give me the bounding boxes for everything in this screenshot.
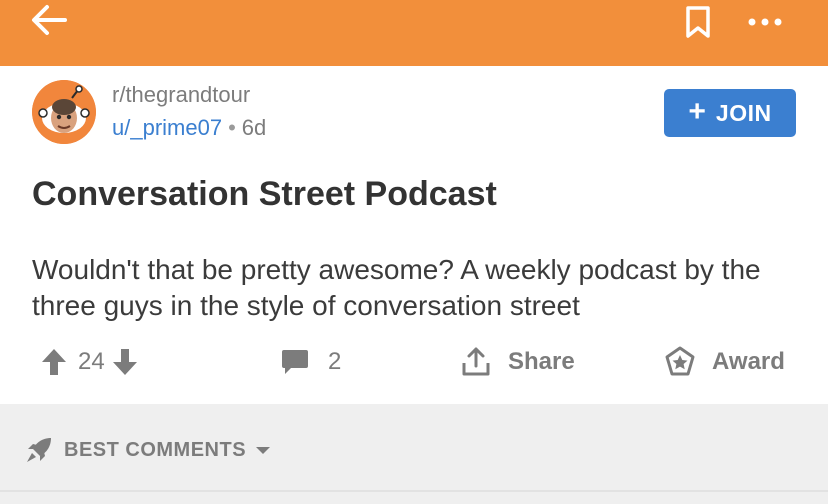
vote-count: 24 bbox=[78, 348, 105, 375]
more-options-button[interactable] bbox=[740, 0, 790, 44]
chevron-down-icon bbox=[254, 444, 272, 456]
upvote-button[interactable] bbox=[40, 347, 68, 377]
arrow-up-icon bbox=[42, 349, 66, 375]
share-label: Share bbox=[508, 348, 575, 375]
top-app-bar bbox=[0, 0, 828, 66]
arrow-left-icon bbox=[29, 3, 69, 37]
meta-separator: • bbox=[228, 115, 236, 140]
comments-section: BEST COMMENTS bbox=[0, 404, 828, 504]
bookmark-icon bbox=[684, 5, 712, 39]
share-button[interactable]: Share bbox=[460, 340, 575, 384]
award-icon bbox=[664, 346, 696, 378]
downvote-button[interactable] bbox=[111, 347, 139, 377]
back-button[interactable] bbox=[24, 0, 74, 40]
join-button[interactable]: + JOIN bbox=[664, 89, 796, 137]
award-label: Award bbox=[712, 348, 785, 375]
comment-icon bbox=[280, 347, 310, 377]
award-button[interactable]: Award bbox=[664, 340, 785, 384]
post-age: 6d bbox=[241, 115, 267, 140]
plus-icon: + bbox=[688, 95, 706, 128]
sort-label: BEST COMMENTS bbox=[64, 438, 247, 461]
save-button[interactable] bbox=[676, 0, 720, 44]
subreddit-link[interactable]: r/thegrandtour bbox=[112, 82, 250, 108]
post-title[interactable]: Conversation Street Podcast bbox=[32, 175, 497, 214]
join-label: JOIN bbox=[715, 99, 772, 126]
share-icon bbox=[460, 346, 492, 378]
post-meta: u/_prime07 • 6d bbox=[112, 115, 266, 141]
author-link[interactable]: u/_prime07 bbox=[112, 115, 222, 140]
snoo-icon bbox=[32, 80, 96, 144]
vote-controls: 24 bbox=[40, 340, 139, 384]
subreddit-avatar[interactable] bbox=[32, 80, 96, 144]
arrow-down-icon bbox=[112, 349, 137, 375]
post-body: Wouldn't that be pretty awesome? A weekl… bbox=[32, 254, 761, 321]
comment-sort-dropdown[interactable]: BEST COMMENTS bbox=[24, 430, 272, 470]
comments-button[interactable]: 2 bbox=[280, 340, 341, 384]
rocket-icon bbox=[24, 435, 54, 465]
more-horizontal-icon bbox=[747, 17, 783, 27]
divider bbox=[0, 490, 828, 492]
comment-count: 2 bbox=[328, 348, 342, 375]
